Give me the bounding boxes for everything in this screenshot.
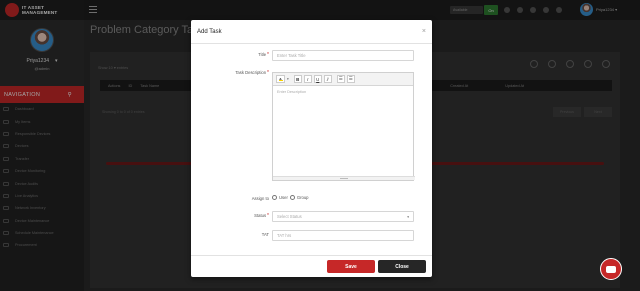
modal-footer: Save Close [191, 255, 432, 277]
status-select-value: Select Status [277, 214, 302, 219]
required-marker: * [267, 213, 269, 219]
bullet-list-button[interactable]: ☰ [336, 75, 345, 83]
status-select[interactable]: Select Status ▾ [272, 211, 414, 222]
required-marker: * [267, 52, 269, 58]
description-label: Task Description* [235, 70, 269, 76]
description-editor[interactable]: A ▾ B I U ⫽ ☰ ☰ Enter Description [272, 72, 415, 181]
numbered-list-button[interactable]: ☰ [346, 75, 355, 83]
tat-input[interactable]: TAT hrs [272, 230, 414, 241]
assign-label: Assign to [251, 196, 269, 201]
assign-user-radio[interactable] [272, 195, 277, 200]
description-textarea[interactable]: Enter Description [273, 86, 413, 98]
assign-group-label[interactable]: Group [297, 195, 309, 200]
assign-user-label[interactable]: User [279, 195, 288, 200]
add-task-modal: Add Task × Title* Enter Task Title Task … [191, 20, 432, 277]
description-label-text: Task Description [235, 70, 267, 75]
bold-button[interactable]: B [293, 75, 302, 83]
close-icon[interactable]: × [422, 28, 426, 35]
chevron-down-icon: ▾ [407, 214, 409, 219]
title-label: Title* [258, 52, 269, 58]
required-marker: * [267, 70, 269, 76]
save-button[interactable]: Save [327, 260, 375, 273]
tat-label: TAT [261, 232, 269, 237]
chevron-down-icon[interactable]: ▾ [287, 77, 289, 81]
status-label: Status* [254, 213, 269, 219]
modal-header: Add Task × [191, 20, 432, 44]
assign-radio-group: User Group [272, 195, 308, 200]
underline-button[interactable]: U [313, 75, 322, 83]
italic-button[interactable]: I [303, 75, 312, 83]
resize-handle[interactable] [273, 176, 415, 180]
modal-title: Add Task [197, 28, 222, 35]
close-button[interactable]: Close [378, 260, 426, 273]
status-label-text: Status [254, 213, 267, 218]
assign-group-radio[interactable] [289, 195, 295, 200]
chatbot-icon[interactable] [600, 258, 622, 280]
text-color-button[interactable]: A [276, 75, 285, 83]
task-title-input[interactable]: Enter Task Title [272, 50, 414, 61]
clear-format-button[interactable]: ⫽ [323, 75, 332, 83]
editor-toolbar: A ▾ B I U ⫽ ☰ ☰ [273, 73, 413, 86]
title-label-text: Title [258, 52, 267, 57]
